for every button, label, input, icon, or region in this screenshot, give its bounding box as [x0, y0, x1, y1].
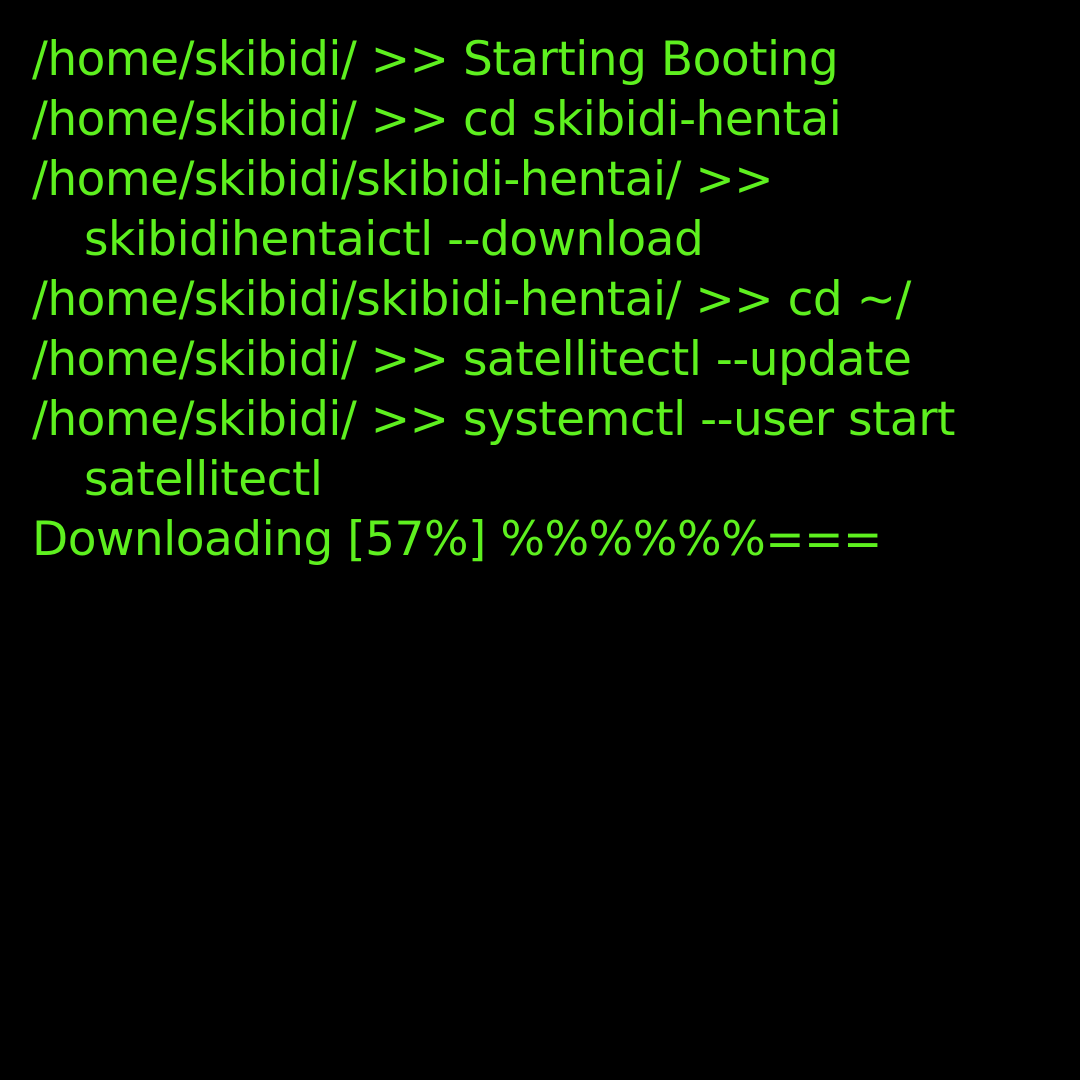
terminal-line: /home/skibidi/ >> systemctl --user start [32, 390, 1062, 450]
prompt-path: /home/skibidi/skibidi-hentai/ >> [32, 272, 788, 327]
terminal-line: /home/skibidi/skibidi-hentai/ >> [32, 150, 1062, 210]
terminal-line: /home/skibidi/ >> cd skibidi-hentai [32, 90, 1062, 150]
command-text-wrapped: satellitectl [84, 452, 323, 507]
prompt-path: /home/skibidi/ >> [32, 392, 463, 447]
download-progress-text: Downloading [57%] %%%%%%=== [32, 512, 882, 567]
command-text: Starting Booting [462, 32, 839, 87]
prompt-path: /home/skibidi/ >> [32, 92, 463, 147]
terminal-line: /home/skibidi/ >> Starting Booting [32, 30, 1062, 90]
command-text: cd ~/ [787, 272, 912, 327]
command-text: systemctl --user start [462, 392, 956, 447]
prompt-path: /home/skibidi/ >> [32, 32, 463, 87]
command-text-wrapped: skibidihentaictl --download [84, 212, 704, 267]
terminal-line: /home/skibidi/ >> satellitectl --update [32, 330, 1062, 390]
prompt-path: /home/skibidi/ >> [32, 332, 463, 387]
terminal-output[interactable]: /home/skibidi/ >> Starting Booting /home… [32, 30, 1062, 1060]
command-text: cd skibidi-hentai [462, 92, 842, 147]
command-text: satellitectl --update [462, 332, 912, 387]
prompt-path: /home/skibidi/skibidi-hentai/ >> [32, 152, 774, 207]
terminal-line: /home/skibidi/skibidi-hentai/ >> cd ~/ [32, 270, 1062, 330]
